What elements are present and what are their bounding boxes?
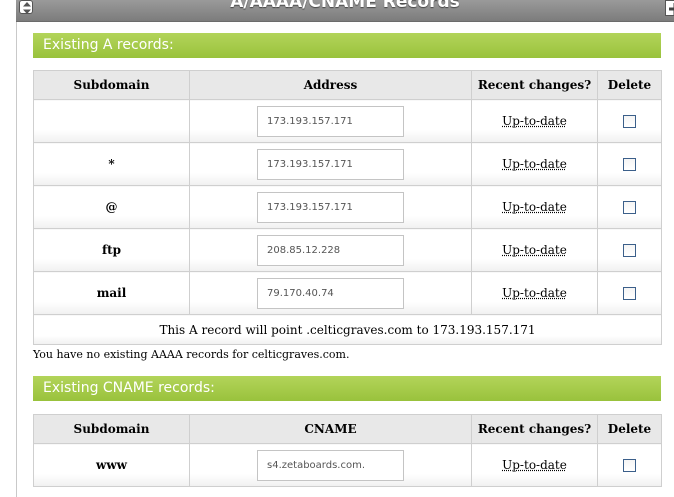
table-row: www s4.zetaboards.com. Up-to-date	[33, 443, 662, 487]
panel-header: A/AAAA/CNAME Records	[16, 0, 674, 22]
status-link[interactable]: Up-to-date	[502, 200, 567, 214]
recent-changes-cell: Up-to-date	[471, 99, 598, 143]
recent-changes-cell: Up-to-date	[471, 271, 598, 315]
address-cell: 173.193.157.171	[189, 142, 472, 186]
a-records-table: Subdomain Address Recent changes? Delete…	[33, 70, 662, 345]
cname-records-table: Subdomain CNAME Recent changes? Delete w…	[33, 414, 662, 487]
column-header-cname: CNAME	[189, 414, 472, 444]
status-link[interactable]: Up-to-date	[502, 243, 567, 257]
column-header-subdomain: Subdomain	[33, 70, 190, 100]
delete-checkbox[interactable]	[623, 201, 636, 214]
address-input[interactable]: 208.85.12.228	[257, 234, 404, 266]
column-header-address: Address	[189, 70, 472, 100]
recent-changes-cell: Up-to-date	[471, 185, 598, 229]
address-input[interactable]: 173.193.157.171	[257, 148, 404, 180]
column-header-delete: Delete	[597, 70, 662, 100]
column-header-delete: Delete	[597, 414, 662, 444]
cname-input[interactable]: s4.zetaboards.com.	[257, 449, 404, 481]
status-link[interactable]: Up-to-date	[502, 157, 567, 171]
aaaa-records-message: You have no existing AAAA records for ce…	[33, 348, 350, 361]
table-header-row: Subdomain Address Recent changes? Delete	[33, 70, 662, 100]
recent-changes-cell: Up-to-date	[471, 142, 598, 186]
a-record-note: This A record will point .celticgraves.c…	[33, 314, 662, 345]
table-header-row: Subdomain CNAME Recent changes? Delete	[33, 414, 662, 444]
address-cell: 173.193.157.171	[189, 185, 472, 229]
column-header-recent-changes: Recent changes?	[471, 70, 598, 100]
column-header-recent-changes: Recent changes?	[471, 414, 598, 444]
cname-records-section-title: Existing CNAME records:	[33, 376, 661, 401]
delete-checkbox[interactable]	[623, 115, 636, 128]
address-input[interactable]: 173.193.157.171	[257, 105, 404, 137]
column-header-subdomain: Subdomain	[33, 414, 190, 444]
address-input[interactable]: 79.170.40.74	[257, 277, 404, 309]
table-row: ftp 208.85.12.228 Up-to-date	[33, 228, 662, 272]
status-link[interactable]: Up-to-date	[502, 114, 567, 128]
expand-button[interactable]	[665, 0, 674, 16]
address-cell: 208.85.12.228	[189, 228, 472, 272]
subdomain-cell: www	[33, 443, 190, 487]
panel-title: A/AAAA/CNAME Records	[230, 0, 460, 12]
delete-checkbox[interactable]	[623, 158, 636, 171]
subdomain-cell: ftp	[33, 228, 190, 272]
cname-cell: s4.zetaboards.com.	[189, 443, 472, 487]
delete-cell	[597, 443, 662, 487]
delete-cell	[597, 185, 662, 229]
delete-checkbox[interactable]	[623, 287, 636, 300]
address-cell: 79.170.40.74	[189, 271, 472, 315]
subdomain-cell	[33, 99, 190, 143]
recent-changes-cell: Up-to-date	[471, 443, 598, 487]
table-row: mail 79.170.40.74 Up-to-date	[33, 271, 662, 315]
status-link[interactable]: Up-to-date	[502, 286, 567, 300]
status-link[interactable]: Up-to-date	[502, 458, 567, 472]
address-input[interactable]: 173.193.157.171	[257, 191, 404, 223]
delete-checkbox[interactable]	[623, 244, 636, 257]
subdomain-cell: mail	[33, 271, 190, 315]
table-row: 173.193.157.171 Up-to-date	[33, 99, 662, 143]
delete-cell	[597, 99, 662, 143]
delete-cell	[597, 142, 662, 186]
plus-icon	[669, 3, 674, 15]
table-row: * 173.193.157.171 Up-to-date	[33, 142, 662, 186]
table-row: @ 173.193.157.171 Up-to-date	[33, 185, 662, 229]
delete-checkbox[interactable]	[623, 459, 636, 472]
a-records-section-title: Existing A records:	[33, 33, 661, 58]
table-note-row: This A record will point .celticgraves.c…	[33, 314, 662, 345]
subdomain-cell: *	[33, 142, 190, 186]
recent-changes-cell: Up-to-date	[471, 228, 598, 272]
address-cell: 173.193.157.171	[189, 99, 472, 143]
subdomain-cell: @	[33, 185, 190, 229]
delete-cell	[597, 228, 662, 272]
delete-cell	[597, 271, 662, 315]
